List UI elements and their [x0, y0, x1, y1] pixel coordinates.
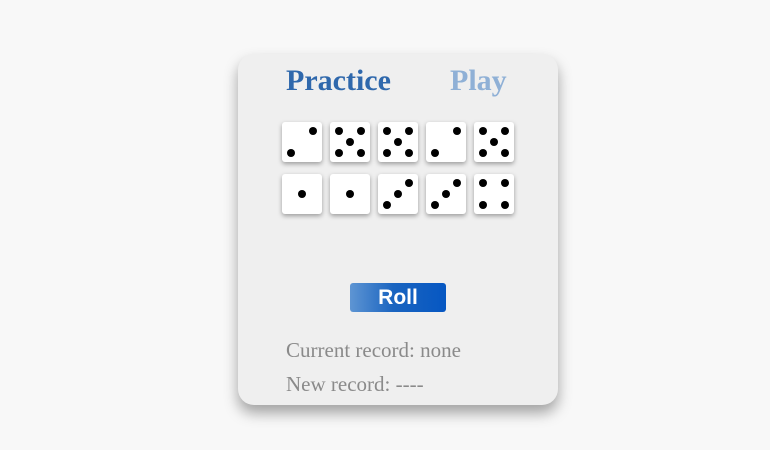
die-pip — [479, 201, 487, 209]
new-record: New record: ---- — [286, 372, 424, 396]
roll-button[interactable]: Roll — [350, 283, 446, 312]
game-card: Practice Play Roll Current record: none … — [238, 54, 558, 405]
die-pip — [453, 127, 461, 135]
die-pip — [383, 201, 391, 209]
die-pip — [442, 190, 450, 198]
die-3[interactable] — [378, 122, 418, 162]
die-pip — [394, 138, 402, 146]
die-pip — [287, 149, 295, 157]
die-pip — [394, 190, 402, 198]
die-7[interactable] — [330, 174, 370, 214]
die-pip — [335, 149, 343, 157]
die-pip — [479, 179, 487, 187]
die-pip — [309, 127, 317, 135]
die-pip — [405, 127, 413, 135]
die-pip — [357, 127, 365, 135]
die-pip — [501, 149, 509, 157]
die-pip — [490, 138, 498, 146]
die-pip — [431, 201, 439, 209]
current-record: Current record: none — [286, 338, 461, 362]
die-pip — [479, 149, 487, 157]
die-pip — [298, 190, 306, 198]
die-pip — [501, 179, 509, 187]
die-pip — [501, 201, 509, 209]
die-pip — [346, 190, 354, 198]
die-pip — [383, 127, 391, 135]
die-pip — [357, 149, 365, 157]
die-pip — [453, 179, 461, 187]
die-8[interactable] — [378, 174, 418, 214]
die-4[interactable] — [426, 122, 466, 162]
die-pip — [383, 149, 391, 157]
die-2[interactable] — [330, 122, 370, 162]
die-9[interactable] — [426, 174, 466, 214]
die-pip — [346, 138, 354, 146]
die-pip — [405, 149, 413, 157]
die-pip — [479, 127, 487, 135]
die-5[interactable] — [474, 122, 514, 162]
die-pip — [501, 127, 509, 135]
die-pip — [405, 179, 413, 187]
die-6[interactable] — [282, 174, 322, 214]
die-1[interactable] — [282, 122, 322, 162]
die-pip — [431, 149, 439, 157]
tab-play[interactable]: Play — [450, 62, 507, 100]
die-10[interactable] — [474, 174, 514, 214]
tab-practice[interactable]: Practice — [286, 62, 391, 100]
die-pip — [335, 127, 343, 135]
